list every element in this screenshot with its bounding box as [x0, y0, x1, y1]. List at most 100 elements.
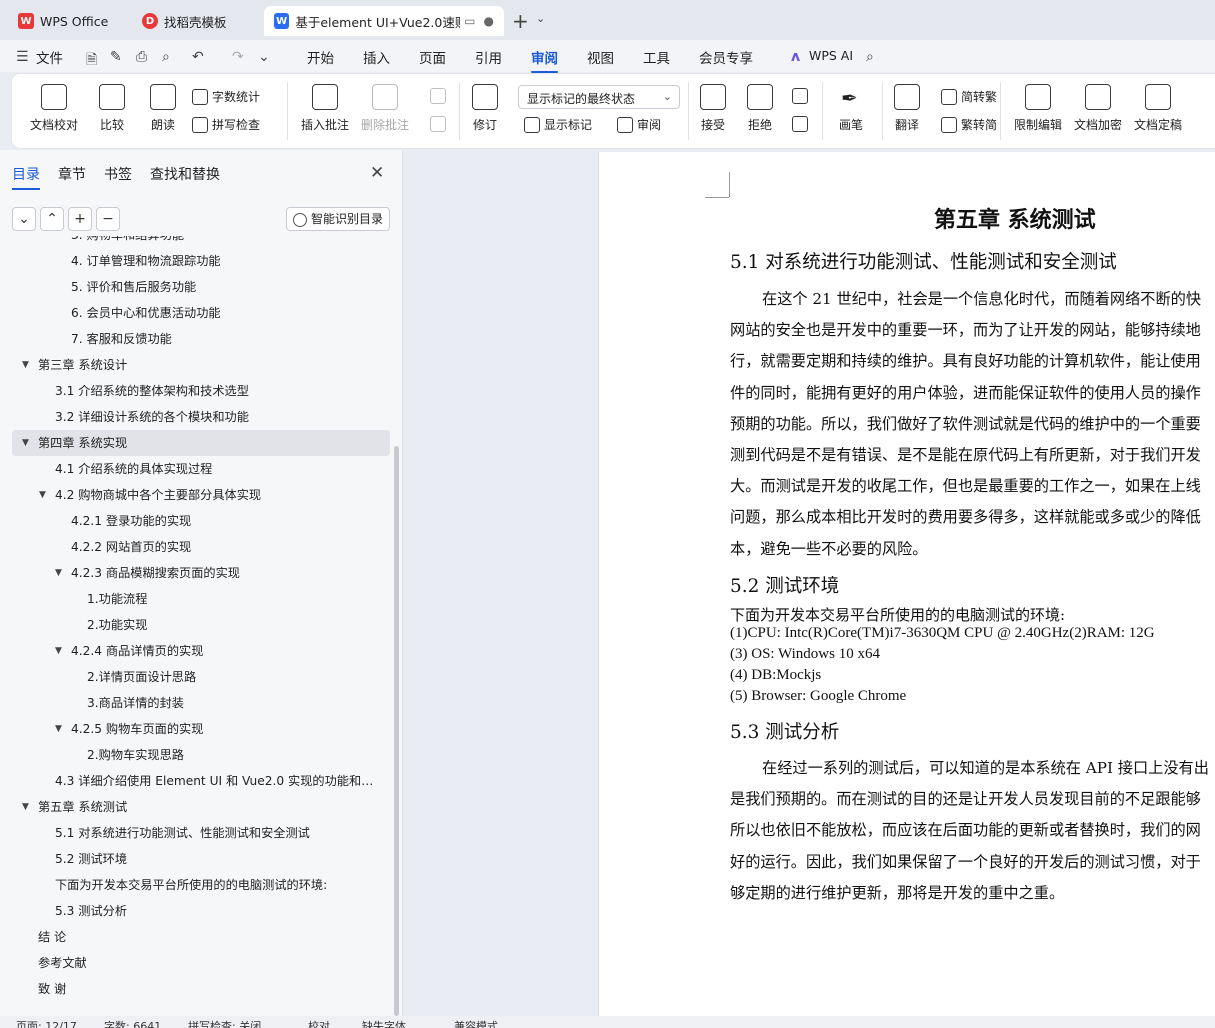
toc-item[interactable]: 下面为开发本交易平台所使用的的电脑测试的环境: — [12, 872, 390, 898]
toc-item[interactable]: 6. 会员中心和优惠活动功能 — [12, 300, 390, 326]
toc-item[interactable]: 3.2 详细设计系统的各个模块和功能 — [12, 404, 390, 430]
read-aloud-button[interactable]: 朗读 — [150, 84, 176, 133]
prev-comment-button[interactable] — [430, 88, 450, 104]
accept-button[interactable]: 接受 — [700, 84, 726, 133]
toc-item[interactable]: 3. 购物车和结算功能 — [12, 236, 390, 248]
new-tab-icon[interactable]: + — [512, 9, 529, 33]
encrypt-button[interactable]: 文档加密 — [1074, 84, 1122, 133]
collapse-caret-icon[interactable]: ▼ — [22, 794, 29, 820]
menu-reference[interactable]: 引用 — [475, 47, 502, 67]
tab-current-document[interactable]: W 基于element UI+Vue2.0速购 ▭ ● — [264, 6, 504, 36]
toc-item[interactable]: ▼ 4.2.4 商品详情页的实现 — [12, 638, 390, 664]
tab-docer[interactable]: D 找稻壳模板 — [132, 6, 258, 36]
toc-item[interactable]: ▼ 第三章 系统设计 — [12, 352, 390, 378]
search-icon[interactable]: ⌕ — [866, 49, 874, 65]
status-missing-font[interactable]: 缺失字体 — [362, 1018, 406, 1028]
undo-icon[interactable]: ↶ — [192, 49, 204, 65]
toc-item[interactable]: 4. 订单管理和物流跟踪功能 — [12, 248, 390, 274]
toc-item[interactable]: 4.2.1 登录功能的实现 — [12, 508, 390, 534]
menu-member[interactable]: 会员专享 — [699, 47, 753, 67]
prev-change-button[interactable] — [792, 88, 812, 104]
hamburger-icon[interactable]: ☰ — [16, 49, 29, 65]
menu-home[interactable]: 开始 — [307, 47, 334, 67]
word-count-button[interactable]: 字数统计 — [192, 88, 260, 105]
expand-down-icon[interactable]: ⌄ — [12, 207, 36, 231]
toc-item[interactable]: ▼ 4.2.5 购物车页面的实现 — [12, 716, 390, 742]
menu-page[interactable]: 页面 — [419, 47, 446, 67]
smart-toc-button[interactable]: 智能识别目录 — [286, 207, 390, 231]
menu-tools[interactable]: 工具 — [643, 47, 670, 67]
to-traditional-button[interactable]: 简转繁 — [941, 88, 997, 105]
toc-item[interactable]: 1.功能流程 — [12, 586, 390, 612]
toc-item[interactable]: 5.1 对系统进行功能测试、性能测试和安全测试 — [12, 820, 390, 846]
close-icon[interactable]: ✕ — [370, 163, 384, 183]
chevron-down-icon[interactable]: ⌄ — [536, 12, 545, 25]
collapse-caret-icon[interactable]: ▼ — [55, 560, 62, 586]
nav-tab-toc[interactable]: 目录 — [12, 164, 40, 190]
markup-state-select[interactable]: 显示标记的最终状态 ⌄ — [518, 85, 680, 109]
collapse-caret-icon[interactable]: ▼ — [55, 716, 62, 742]
format-painter-icon[interactable]: ✎ — [110, 49, 122, 65]
tab-wps-office[interactable]: W WPS Office — [8, 6, 124, 36]
print-preview-icon[interactable]: ⌕ — [162, 49, 170, 65]
menu-view[interactable]: 视图 — [587, 47, 614, 67]
collapse-caret-icon[interactable]: ▼ — [22, 430, 29, 456]
toc-item[interactable]: ▼ 第五章 系统测试 — [12, 794, 390, 820]
toc-item[interactable]: 参考文献 — [12, 950, 390, 976]
toc-item[interactable]: 4.1 介绍系统的具体实现过程 — [12, 456, 390, 482]
toc-item[interactable]: 2.购物车实现思路 — [12, 742, 390, 768]
doc-proof-button[interactable]: 文档校对 — [30, 84, 78, 133]
save-icon[interactable]: 🗎 — [86, 49, 97, 73]
toc-item[interactable]: 致 谢 — [12, 976, 390, 1002]
toc-item[interactable]: 4.2.2 网站首页的实现 — [12, 534, 390, 560]
reject-button[interactable]: 拒绝 — [747, 84, 773, 133]
toc-item[interactable]: 2.功能实现 — [12, 612, 390, 638]
print-icon[interactable]: ⎙ — [136, 49, 147, 65]
menu-review[interactable]: 审阅 — [531, 47, 558, 73]
show-markup-button[interactable]: 显示标记 — [524, 116, 592, 133]
toc-item[interactable]: 2.详情页面设计思路 — [12, 664, 390, 690]
document-page[interactable]: 第五章 系统测试 5.1 对系统进行功能测试、性能测试和安全测试 在这个 21 … — [598, 152, 1215, 1016]
toc-item[interactable]: 7. 客服和反馈功能 — [12, 326, 390, 352]
add-heading-icon[interactable]: + — [68, 207, 92, 231]
collapse-caret-icon[interactable]: ▼ — [39, 482, 46, 508]
delete-comment-button[interactable]: 删除批注 — [361, 84, 409, 133]
collapse-up-icon[interactable]: ⌃ — [40, 207, 64, 231]
collapse-caret-icon[interactable]: ▼ — [55, 638, 62, 664]
toc-item[interactable]: 结 论 — [12, 924, 390, 950]
review-pane-button[interactable]: 审阅 — [617, 116, 661, 133]
menu-wps-ai[interactable]: WPS AI — [809, 48, 853, 63]
finalize-button[interactable]: 文档定稿 — [1134, 84, 1182, 133]
next-comment-button[interactable] — [430, 116, 450, 132]
more-chevron-icon[interactable]: ⌄ — [258, 49, 270, 65]
status-spell[interactable]: 拼写检查: 关闭 — [188, 1018, 261, 1028]
menu-file[interactable]: 文件 — [36, 47, 63, 67]
collapse-caret-icon[interactable]: ▼ — [22, 352, 29, 378]
menu-insert[interactable]: 插入 — [363, 47, 390, 67]
remove-heading-icon[interactable]: − — [96, 207, 120, 231]
nav-tab-bookmarks[interactable]: 书签 — [104, 164, 132, 184]
revise-button[interactable]: 修订 — [472, 84, 498, 133]
status-proof[interactable]: 校对 — [308, 1018, 330, 1028]
toc-item[interactable]: 5.3 测试分析 — [12, 898, 390, 924]
toc-item[interactable]: 4.3 详细介绍使用 Element UI 和 Vue2.0 实现的功能和效果 — [12, 768, 390, 794]
nav-tab-find-replace[interactable]: 查找和替换 — [150, 164, 220, 184]
toc-item[interactable]: 5. 评价和售后服务功能 — [12, 274, 390, 300]
close-tab-icon[interactable]: ● — [484, 14, 494, 28]
next-change-button[interactable] — [792, 116, 812, 132]
to-simplified-button[interactable]: 繁转简 — [941, 116, 997, 133]
nav-tab-sections[interactable]: 章节 — [58, 164, 86, 184]
toc-item[interactable]: ▼ 第四章 系统实现 — [12, 430, 390, 456]
toc-item[interactable]: 5.2 测试环境 — [12, 846, 390, 872]
toc-item[interactable]: ▼ 4.2.3 商品模糊搜索页面的实现 — [12, 560, 390, 586]
status-page[interactable]: 页面: 12/17 — [16, 1018, 77, 1028]
translate-button[interactable]: 翻译 — [894, 84, 920, 133]
screen-icon[interactable]: ▭ — [464, 14, 475, 28]
status-words[interactable]: 字数: 6641 — [104, 1018, 161, 1028]
toc-item[interactable]: 3.商品详情的封装 — [12, 690, 390, 716]
insert-comment-button[interactable]: 插入批注 — [301, 84, 349, 133]
compare-button[interactable]: 比较 — [99, 84, 125, 133]
nav-scrollbar[interactable] — [394, 446, 399, 1016]
pen-button[interactable]: ✒ 画笔 — [838, 84, 864, 133]
redo-icon[interactable]: ↷ — [232, 49, 244, 65]
